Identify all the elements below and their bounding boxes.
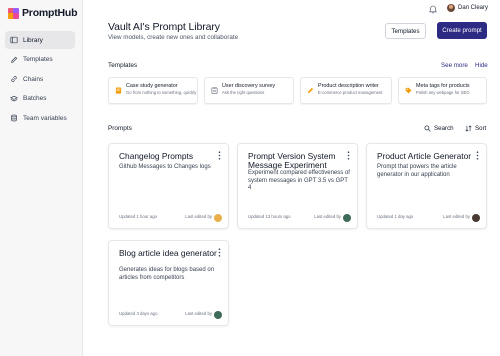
template-card[interactable]: Case study generator Go from nothing to …: [108, 77, 198, 104]
template-title: Meta tags for products: [416, 83, 470, 89]
prompt-card-title: Product Article Generator: [377, 151, 472, 161]
template-card[interactable]: Product description writer E-commerce pr…: [300, 77, 392, 104]
prompt-card-title: Changelog Prompts: [119, 151, 194, 161]
template-description: Ask the right questions: [222, 90, 265, 95]
template-description: Polish any webpage for SEO: [416, 90, 470, 95]
prompt-card-description: Github Messages to Changes logs: [119, 164, 211, 170]
sort-icon: [465, 125, 472, 132]
app-name: PromptHub: [22, 7, 78, 19]
book-icon: [10, 36, 18, 44]
more-options-icon[interactable]: [347, 151, 350, 160]
template-description: E-commerce product management: [318, 90, 383, 95]
sidebar-item-batches[interactable]: Batches: [5, 90, 75, 108]
layers-icon: [10, 95, 18, 102]
prompt-card-last-edited: Last edited by: [443, 214, 470, 219]
templates-section-label: Templates: [108, 62, 138, 69]
avatar: [343, 214, 351, 222]
create-prompt-button[interactable]: Create prompt: [437, 22, 487, 39]
prompt-card[interactable]: Product Article Generator Prompt that po…: [366, 143, 487, 229]
prompt-card-last-edited: Last edited by: [185, 214, 212, 219]
more-options-icon[interactable]: [476, 151, 479, 160]
sort-label: Sort: [475, 125, 487, 132]
prompthub-logo-icon: [8, 7, 19, 19]
prompt-card-updated: Updated 1 day ago: [377, 214, 414, 219]
prompt-card-description: Prompt that powers the article generator…: [377, 164, 457, 178]
avatar: [472, 214, 480, 222]
search-label: Search: [434, 125, 454, 132]
template-description: Go from nothing to something, quickly: [126, 90, 197, 95]
see-more-link[interactable]: See more: [441, 62, 468, 69]
avatar: [214, 214, 222, 222]
user-name: Dan Cleary: [458, 5, 489, 11]
template-title: Case study generator: [126, 83, 178, 89]
prompt-card-description: Experiment compared effectiveness of sys…: [248, 170, 350, 191]
templates-button[interactable]: Templates: [385, 23, 426, 39]
more-options-icon[interactable]: [218, 248, 221, 257]
prompt-card[interactable]: Blog article idea generator Generates id…: [108, 240, 229, 326]
pencil-icon: [307, 87, 314, 94]
sidebar-item-team-variables[interactable]: Team variables: [5, 109, 75, 127]
bell-icon[interactable]: [428, 4, 438, 14]
prompt-card-last-edited: Last edited by: [314, 214, 341, 219]
page-title: Vault AI's Prompt Library: [108, 21, 220, 33]
avatar: [447, 4, 455, 12]
pencil-icon: [11, 56, 18, 63]
sidebar-item-chains[interactable]: Chains: [5, 70, 75, 88]
avatar: [214, 311, 222, 319]
prompts-section-label: Prompts: [108, 125, 132, 132]
prompt-card-last-edited: Last edited by: [185, 311, 212, 316]
sidebar-item-label: Batches: [23, 95, 47, 103]
prompt-card[interactable]: Prompt Version System Message Experiment…: [237, 143, 358, 229]
document-icon: [115, 87, 122, 94]
user-menu[interactable]: Dan Cleary: [447, 4, 488, 12]
tag-icon: [405, 87, 412, 94]
prompt-card-updated: Updated 3 days ago: [119, 311, 158, 316]
prompt-card-title: Blog article idea generator: [119, 248, 217, 258]
sort-button[interactable]: Sort: [465, 125, 486, 132]
prompt-card-title: Prompt Version System Message Experiment: [248, 151, 336, 170]
sidebar-item-library[interactable]: Library: [5, 31, 75, 49]
sidebar-item-label: Team variables: [23, 114, 67, 122]
database-icon: [11, 115, 17, 122]
clipboard-icon: [211, 87, 218, 94]
prompt-card-description: Generates ideas for blogs based on artic…: [119, 267, 215, 281]
sidebar-item-label: Chains: [23, 75, 44, 83]
sidebar-item-label: Templates: [23, 56, 53, 64]
app-logo[interactable]: PromptHub: [8, 7, 78, 19]
template-card[interactable]: Meta tags for products Polish any webpag…: [398, 77, 487, 104]
template-card[interactable]: User discovery survey Ask the right ques…: [204, 77, 294, 104]
hide-link[interactable]: Hide: [475, 62, 488, 69]
sidebar-item-label: Library: [23, 36, 43, 44]
template-title: Product description writer: [318, 83, 379, 89]
prompt-card[interactable]: Changelog Prompts Github Messages to Cha…: [108, 143, 229, 229]
link-icon: [11, 76, 17, 83]
search-button[interactable]: Search: [424, 125, 454, 132]
more-options-icon[interactable]: [218, 151, 221, 160]
template-title: User discovery survey: [222, 83, 276, 89]
sidebar-item-templates[interactable]: Templates: [5, 51, 75, 69]
prompt-card-updated: Updated 1 hour ago: [119, 214, 157, 219]
sidebar: PromptHub Library Templates Chains Batch…: [0, 0, 83, 356]
sidebar-nav: Library Templates Chains Batches Team va…: [5, 31, 75, 129]
prompt-card-updated: Updated 13 hours ago: [248, 214, 291, 219]
page-subtitle: View models, create new ones and collabo…: [108, 34, 239, 41]
search-icon: [424, 125, 431, 132]
